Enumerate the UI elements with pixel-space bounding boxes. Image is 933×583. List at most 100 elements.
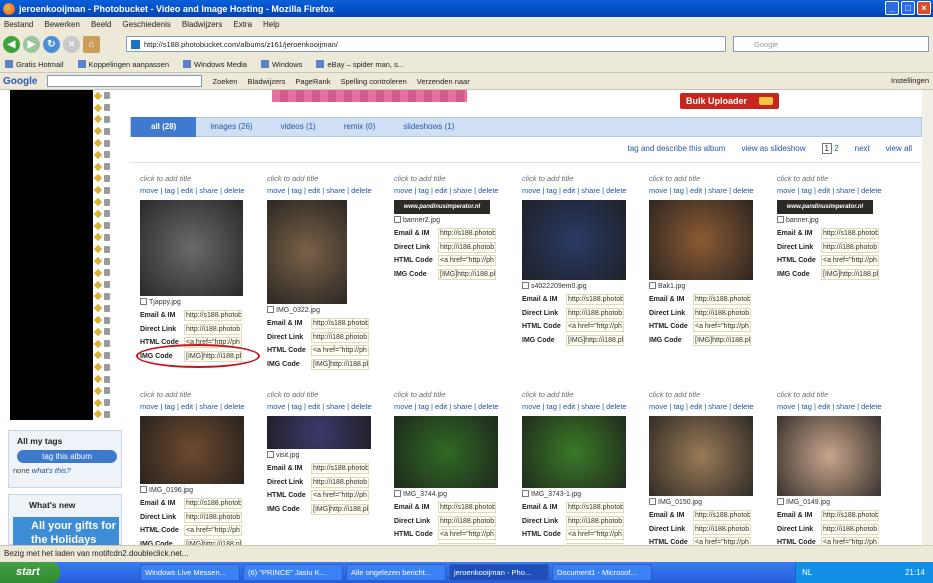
- html-code-field[interactable]: <a href="http://ph: [438, 255, 496, 267]
- trash-icon[interactable]: [104, 410, 110, 418]
- action-edit[interactable]: edit: [690, 186, 702, 195]
- task-firefox[interactable]: jeroenkooijman - Pho...: [449, 564, 549, 581]
- pencil-icon[interactable]: [93, 197, 103, 207]
- img-code-field[interactable]: [IMG]http://i188.pl: [311, 504, 369, 516]
- trash-icon[interactable]: [104, 92, 110, 100]
- pencil-icon[interactable]: [93, 268, 103, 278]
- thumbnail-image[interactable]: [267, 200, 347, 304]
- action-move[interactable]: move: [649, 402, 667, 411]
- img-code-field[interactable]: [IMG]http://i188.pl: [311, 359, 369, 371]
- action-share[interactable]: share: [708, 402, 727, 411]
- email-code-field[interactable]: http://s188.photob: [438, 502, 496, 514]
- select-checkbox[interactable]: [649, 498, 656, 505]
- action-share[interactable]: share: [199, 402, 218, 411]
- email-code-field[interactable]: http://s188.photob: [311, 463, 369, 475]
- action-move[interactable]: move: [777, 186, 795, 195]
- add-title-link[interactable]: click to add title: [522, 390, 647, 399]
- action-edit[interactable]: edit: [818, 186, 830, 195]
- trash-icon[interactable]: [104, 399, 110, 407]
- spelling-button[interactable]: Spelling controleren: [340, 77, 406, 86]
- whats-this-link[interactable]: what's this?: [32, 466, 71, 475]
- minimize-button[interactable]: _: [885, 1, 899, 15]
- trash-icon[interactable]: [104, 174, 110, 182]
- pencil-icon[interactable]: [93, 174, 103, 183]
- gifts-promo[interactable]: All your gifts for the Holidays: [13, 517, 119, 545]
- trash-icon[interactable]: [104, 198, 110, 206]
- html-code-field[interactable]: <a href="http://ph: [311, 345, 369, 357]
- action-move[interactable]: move: [140, 402, 158, 411]
- tab-all[interactable]: all (28): [131, 117, 197, 137]
- trash-icon[interactable]: [104, 163, 110, 171]
- select-checkbox[interactable]: [649, 282, 656, 289]
- back-button[interactable]: ◀: [3, 35, 20, 53]
- html-code-field[interactable]: <a href="http://ph: [566, 321, 624, 333]
- close-button[interactable]: ×: [917, 1, 931, 15]
- slideshow-link[interactable]: view as slideshow: [741, 144, 805, 153]
- action-edit[interactable]: edit: [435, 186, 447, 195]
- action-tag[interactable]: tag: [164, 186, 174, 195]
- email-code-field[interactable]: http://s188.photob: [184, 498, 242, 510]
- pencil-icon[interactable]: [93, 103, 103, 112]
- action-share[interactable]: share: [836, 186, 855, 195]
- email-code-field[interactable]: http://s188.photob: [566, 502, 624, 514]
- pencil-icon[interactable]: [93, 256, 103, 266]
- thumbnail-image[interactable]: [777, 416, 881, 496]
- thumbnail-image[interactable]: [140, 200, 243, 296]
- pencil-icon[interactable]: [93, 398, 103, 407]
- html-code-field[interactable]: <a href="http://ph: [693, 537, 751, 545]
- select-checkbox[interactable]: [140, 486, 147, 493]
- bookmark-windows-media[interactable]: Windows Media: [183, 60, 247, 69]
- trash-icon[interactable]: [104, 257, 110, 265]
- thumbnail-image[interactable]: [140, 416, 244, 484]
- action-share[interactable]: share: [199, 186, 218, 195]
- pencil-icon[interactable]: [93, 150, 103, 160]
- action-tag[interactable]: tag: [673, 402, 683, 411]
- add-title-link[interactable]: click to add title: [140, 390, 265, 399]
- action-delete[interactable]: delete: [606, 186, 626, 195]
- select-checkbox[interactable]: [777, 498, 784, 505]
- img-code-field[interactable]: [IMG]http://i188.pl: [693, 335, 751, 347]
- maximize-button[interactable]: □: [901, 1, 915, 15]
- html-code-field[interactable]: <a href="http://ph: [821, 537, 879, 545]
- action-share[interactable]: share: [326, 402, 345, 411]
- action-delete[interactable]: delete: [861, 402, 881, 411]
- trash-icon[interactable]: [104, 351, 110, 359]
- trash-icon[interactable]: [104, 222, 110, 230]
- action-move[interactable]: move: [394, 402, 412, 411]
- pagerank-indicator[interactable]: PageRank: [295, 77, 330, 86]
- menu-bewerken[interactable]: Bewerken: [44, 20, 80, 29]
- thumbnail-image[interactable]: [649, 416, 753, 496]
- email-code-field[interactable]: http://s188.photob: [311, 318, 369, 330]
- pencil-icon[interactable]: [93, 339, 103, 348]
- email-code-field[interactable]: http://s188.photob: [693, 294, 751, 306]
- select-checkbox[interactable]: [140, 298, 147, 305]
- email-code-field[interactable]: http://s188.photob: [821, 510, 879, 522]
- instellingen-button[interactable]: Instellingen: [891, 76, 929, 85]
- trash-icon[interactable]: [104, 151, 110, 159]
- select-checkbox[interactable]: [522, 490, 529, 497]
- task-messenger[interactable]: Windows Live Messen...: [140, 564, 240, 581]
- action-edit[interactable]: edit: [818, 402, 830, 411]
- add-title-link[interactable]: click to add title: [649, 174, 774, 183]
- search-input[interactable]: Google: [733, 36, 929, 52]
- action-tag[interactable]: tag: [673, 186, 683, 195]
- action-edit[interactable]: edit: [308, 186, 320, 195]
- action-share[interactable]: share: [581, 186, 600, 195]
- view-all-link[interactable]: view all: [886, 144, 912, 153]
- trash-icon[interactable]: [104, 328, 110, 336]
- bookmark-windows[interactable]: Windows: [261, 60, 302, 69]
- trash-icon[interactable]: [104, 186, 110, 194]
- thumbnail-image[interactable]: [522, 416, 626, 488]
- menu-bestand[interactable]: Bestand: [4, 20, 33, 29]
- trash-icon[interactable]: [104, 245, 110, 253]
- tab-slideshows[interactable]: slideshows (1): [389, 117, 468, 137]
- thumbnail-image[interactable]: [649, 200, 753, 280]
- pencil-icon[interactable]: [93, 221, 103, 230]
- trash-icon[interactable]: [104, 316, 110, 324]
- language-indicator[interactable]: NL: [802, 568, 812, 577]
- action-share[interactable]: share: [453, 402, 472, 411]
- thumbnail-image[interactable]: [267, 416, 371, 449]
- action-move[interactable]: move: [267, 186, 285, 195]
- pencil-icon[interactable]: [93, 233, 103, 242]
- thumbnail-image[interactable]: www.pandinusimperator.nl: [777, 200, 873, 214]
